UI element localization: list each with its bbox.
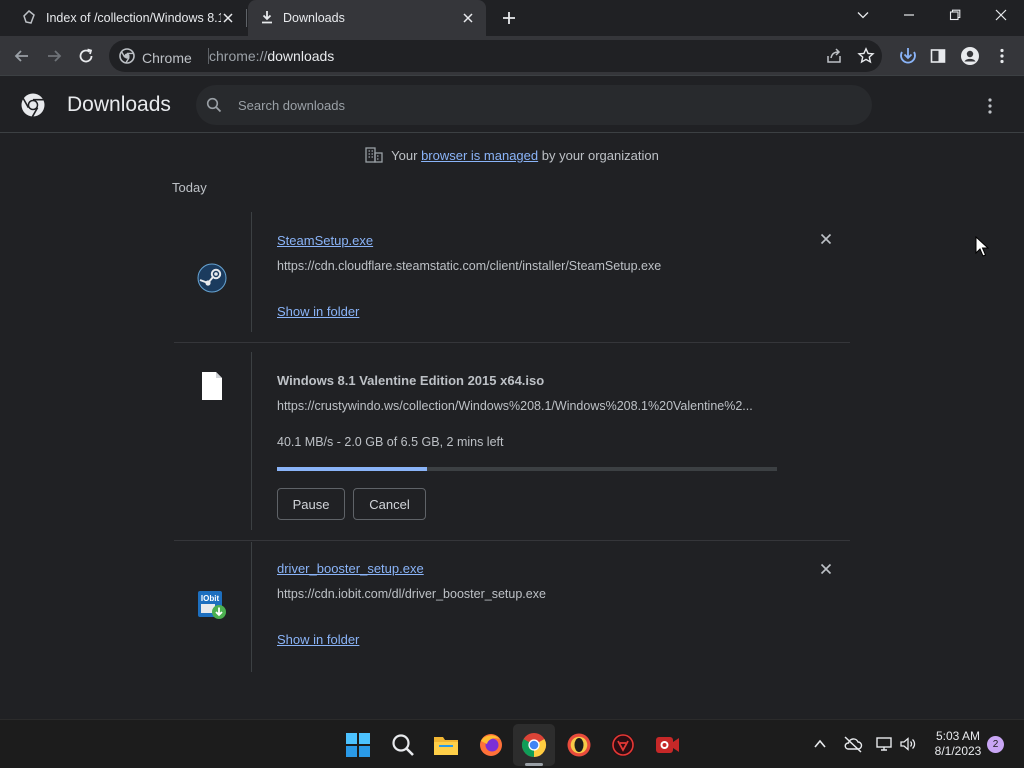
download-icon-column [174,352,252,530]
iobit-logo-text: IObit [201,594,220,603]
tab-separator [246,9,247,27]
search-icon[interactable] [390,732,416,758]
active-app-indicator [525,763,543,766]
favicon-icon [22,9,36,27]
download-item: IObit driver_booster_setup.exe https://c… [174,542,850,672]
show-in-folder-link[interactable]: Show in folder [277,304,359,319]
browser-toolbar: Chrome chrome://downloads [0,36,1024,76]
network-icon[interactable] [875,735,893,753]
managed-notice: Your browser is managed by your organiza… [0,147,1024,166]
tab-title: Downloads [283,11,345,25]
downloads-toolbar-icon[interactable] [897,45,919,67]
download-icon-column: IObit [174,542,252,672]
tab-downloads[interactable]: Downloads [248,0,486,36]
steam-icon [196,262,228,294]
downloads-header: Downloads [0,77,1024,133]
downloads-content: Your browser is managed by your organiza… [0,134,1024,719]
chrome-logo-icon [20,92,46,118]
search-input[interactable] [238,95,838,115]
mouse-cursor-icon [975,235,990,258]
close-tab-icon[interactable] [460,10,476,26]
remove-download-icon[interactable] [818,231,834,247]
search-icon [206,97,222,113]
tab-index-collection[interactable]: Index of /collection/Windows 8.1 [0,0,246,36]
file-explorer-icon[interactable] [433,732,459,758]
profile-avatar-icon[interactable] [959,45,981,67]
managed-suffix: by your organization [541,148,659,163]
restore-icon[interactable] [932,0,978,30]
minimize-icon[interactable] [886,0,932,30]
share-icon[interactable] [823,45,845,67]
new-tab-icon[interactable] [499,8,519,28]
download-filename: Windows 8.1 Valentine Edition 2015 x64.i… [277,373,545,388]
close-tab-icon[interactable] [220,10,236,26]
url-host: downloads [267,48,335,64]
forward-arrow-icon[interactable] [43,45,65,67]
building-icon [365,147,383,166]
notification-badge[interactable]: 2 [987,736,1004,753]
tab-strip: Index of /collection/Windows 8.1 Downloa… [0,0,1024,36]
download-item: SteamSetup.exe https://cdn.cloudflare.st… [174,212,850,332]
chrome-logo-icon [119,48,135,67]
pause-button[interactable]: Pause [277,488,345,520]
item-divider [174,342,850,343]
browser-managed-link[interactable]: browser is managed [421,148,538,163]
volume-icon[interactable] [899,735,917,753]
reload-icon[interactable] [75,45,97,67]
opera-gx-icon[interactable] [566,732,592,758]
managed-prefix: Your [391,148,418,163]
onedrive-offline-icon[interactable] [843,735,863,753]
download-icon [260,10,274,27]
tab-search-chevron-icon[interactable] [840,0,886,30]
cancel-button[interactable]: Cancel [353,488,426,520]
back-arrow-icon[interactable] [11,45,33,67]
address-bar[interactable]: Chrome chrome://downloads [109,40,882,72]
remove-download-icon[interactable] [818,561,834,577]
show-hidden-icons-icon[interactable] [811,735,829,753]
close-window-icon[interactable] [978,0,1024,30]
download-source-url[interactable]: https://cdn.iobit.com/dl/driver_booster_… [277,587,546,601]
screen-recorder-icon[interactable] [654,732,680,758]
download-progress-fill [277,467,427,471]
tab-title: Index of /collection/Windows 8.1 [46,11,221,25]
show-in-folder-link[interactable]: Show in folder [277,632,359,647]
download-status-text: 40.1 MB/s - 2.0 GB of 6.5 GB, 2 mins lef… [277,435,504,449]
chip-label: Chrome [142,49,192,66]
download-icon-column [174,212,252,332]
file-icon [196,370,228,402]
page-title: Downloads [67,93,171,116]
clock-time: 5:03 AM [935,729,981,743]
search-box[interactable] [196,85,872,125]
site-chip[interactable]: Chrome [119,48,192,67]
side-panel-icon[interactable] [927,45,949,67]
windows-taskbar: 5:03 AM 8/1/2023 2 [0,719,1024,768]
bookmark-star-icon[interactable] [855,45,877,67]
date-section-label: Today [172,180,207,195]
chrome-taskbar-icon[interactable] [521,732,547,758]
clock-date: 8/1/2023 [934,744,982,758]
taskbar-clock[interactable]: 5:03 AM 8/1/2023 [925,729,991,759]
download-item-in-progress: Windows 8.1 Valentine Edition 2015 x64.i… [174,352,850,530]
download-progress-bar [277,467,777,471]
iobit-icon: IObit [196,589,228,621]
chrome-menu-icon[interactable] [991,45,1013,67]
more-actions-icon[interactable] [978,96,1002,116]
firefox-icon[interactable] [478,732,504,758]
download-filename-link[interactable]: driver_booster_setup.exe [277,561,424,576]
item-divider [174,540,850,541]
windows-start-icon[interactable] [345,732,371,758]
security-app-icon[interactable] [610,732,636,758]
url-scheme: chrome:// [209,48,268,64]
download-source-url[interactable]: https://crustywindo.ws/collection/Window… [277,399,753,413]
download-filename-link[interactable]: SteamSetup.exe [277,233,373,248]
url-text[interactable]: chrome://downloads [209,48,334,64]
download-source-url[interactable]: https://cdn.cloudflare.steamstatic.com/c… [277,259,661,273]
